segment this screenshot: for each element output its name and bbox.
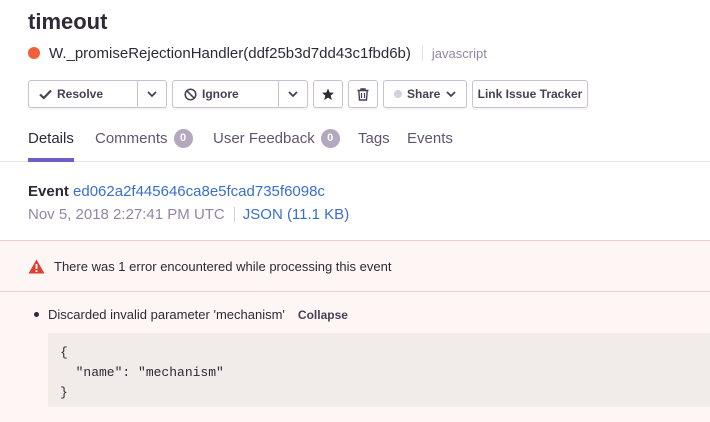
event-errors-panel: There was 1 error encountered while proc… [0,240,710,422]
share-status-dot [394,90,402,98]
issue-subtitle: W._promiseRejectionHandler(ddf25b3d7dd43… [28,43,487,63]
error-level-indicator [28,47,40,59]
ignore-circle-icon [184,87,197,101]
json-link[interactable]: JSON (11.1 KB) [243,206,349,223]
tab-user-feedback[interactable]: User Feedback 0 [213,128,340,162]
error-item-text: Discarded invalid parameter 'mechanism' [48,307,285,322]
list-item: Discarded invalid parameter 'mechanism' … [34,307,348,322]
event-heading: Event ed062a2f445646ca8e5fcad735f6098c [28,183,325,200]
event-label: Event [28,183,69,200]
ignore-button-group: Ignore [172,80,308,108]
event-id-link[interactable]: ed062a2f445646ca8e5fcad735f6098c [73,183,325,200]
divider [421,45,423,61]
share-button[interactable]: Share [383,80,467,108]
warning-triangle-icon [28,259,45,274]
collapse-toggle[interactable]: Collapse [298,308,348,322]
platform-label: javascript [431,45,487,61]
bookmark-button[interactable] [313,80,343,108]
tab-label: Events [407,130,453,147]
issue-tabs: Details Comments 0 User Feedback 0 Tags … [0,128,710,162]
divider [233,207,235,222]
delete-button[interactable] [348,80,378,108]
bullet [34,312,39,317]
checkmark-icon [39,89,52,100]
user-feedback-count-badge: 0 [320,129,340,148]
issue-actions-toolbar: Resolve Ignore Share Link Issue Tracker [28,80,588,108]
issue-title: timeout [28,9,108,34]
tab-tags[interactable]: Tags [358,128,390,162]
issue-culprit: W._promiseRejectionHandler(ddf25b3d7dd43… [49,44,411,62]
resolve-options-dropdown[interactable] [138,80,167,108]
tab-label: Comments [95,130,168,147]
comments-count-badge: 0 [173,129,193,148]
link-issue-tracker-label: Link Issue Tracker [477,87,583,101]
ignore-button[interactable]: Ignore [172,80,279,108]
chevron-down-icon [446,90,456,98]
errors-header-text: There was 1 error encountered while proc… [54,258,392,274]
link-issue-tracker-button[interactable]: Link Issue Tracker [472,80,588,108]
errors-header: There was 1 error encountered while proc… [0,241,710,292]
resolve-label: Resolve [57,87,104,101]
tab-label: Details [28,130,74,147]
trash-icon [357,87,369,101]
tab-details[interactable]: Details [28,128,74,162]
resolve-button-group: Resolve [28,80,167,108]
ignore-options-dropdown[interactable] [279,80,308,108]
star-icon [321,88,335,101]
resolve-button[interactable]: Resolve [28,80,138,108]
tab-label: User Feedback [213,130,315,147]
tab-comments[interactable]: Comments 0 [95,128,193,162]
event-timestamp: Nov 5, 2018 2:27:41 PM UTC [28,206,225,223]
chevron-down-icon [288,90,298,98]
share-label: Share [407,87,441,101]
error-detail-code-block: { "name": "mechanism" } [48,333,710,407]
event-meta: Nov 5, 2018 2:27:41 PM UTC JSON (11.1 KB… [28,206,349,223]
tab-events[interactable]: Events [407,128,453,162]
chevron-down-icon [147,90,157,98]
tab-label: Tags [358,130,390,147]
ignore-label: Ignore [202,87,239,101]
